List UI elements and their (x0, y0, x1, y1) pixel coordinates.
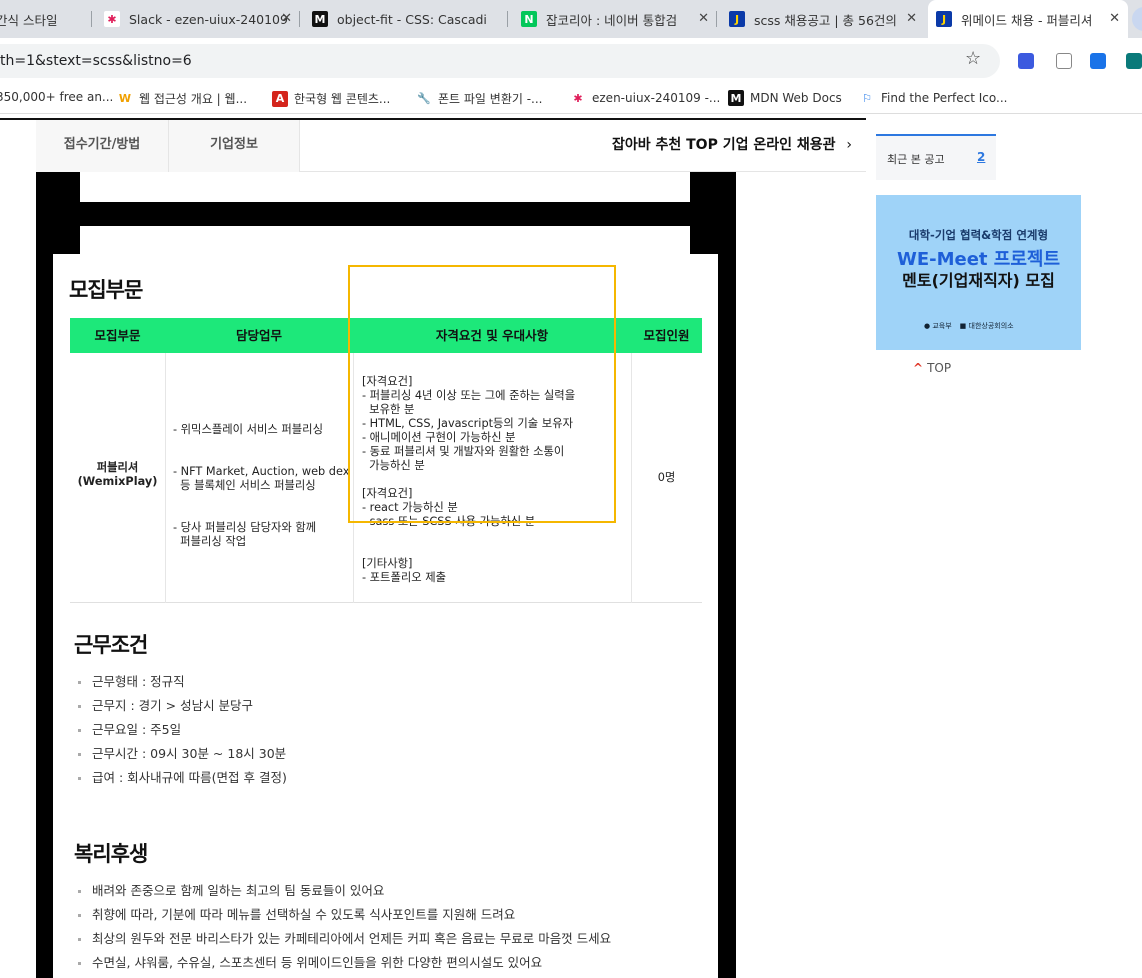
chevron-right-icon: › (846, 137, 852, 153)
jobkorea-icon: J (729, 11, 745, 27)
tab-company-info[interactable]: 기업정보 (169, 120, 300, 172)
kcci-logo-icon: ■ 대한상공회의소 (959, 322, 1014, 330)
scroll-top-button[interactable]: ^ TOP (913, 361, 951, 375)
bookmark-item[interactable]: ⚐ Find the Perfect Ico... (859, 90, 1007, 106)
list-item: 배려와 존중으로 함께 일하는 최고의 팀 동료들이 있어요 (78, 879, 611, 903)
tab-application-period[interactable]: 접수기간/방법 (36, 120, 169, 172)
list-item: 취향에 따라, 기분에 따라 메뉴를 선택하실 수 있도록 식사포인트를 지원해… (78, 903, 611, 927)
image-block (80, 226, 690, 254)
duties-text: - 위믹스플레이 서비스 퍼블리싱 - NFT Market, Auction,… (173, 423, 350, 548)
job-description: 모집부문 모집부문 담당업무 자격요건 및 우대사항 모집인원 퍼블리셔 (We… (53, 254, 718, 978)
extension-icon[interactable] (1090, 53, 1106, 69)
list-item: 근무시간 : 09시 30분 ~ 18시 30분 (78, 742, 287, 766)
address-bar-row: th=1&stext=scss&listno=6 ☆ (0, 38, 1142, 84)
browser-tab[interactable]: ✱ Slack - ezen-uiux-240109 ✕ (104, 0, 300, 38)
list-item: 근무지 : 경기 > 성남시 분당구 (78, 694, 287, 718)
browser-tab[interactable]: 간식 스타일 (0, 0, 92, 38)
recent-jobs-count[interactable]: 2 (977, 150, 985, 164)
section-title-work: 근무조건 (74, 633, 148, 657)
pdf-icon: A (272, 90, 288, 107)
position-name: 퍼블리셔 (WemixPlay) (77, 461, 158, 488)
moe-logo-icon: ● 교육부 (924, 322, 952, 330)
browser-tab[interactable]: M object-fit - CSS: Cascadi (312, 0, 508, 38)
highlight-box (348, 265, 616, 523)
browser-tab-active[interactable]: J 위메이드 채용 - 퍼블리셔 ✕ (928, 0, 1128, 38)
image-block (80, 172, 690, 202)
close-tab-icon[interactable]: ✕ (281, 11, 292, 26)
wrench-icon: 🔧 (417, 92, 431, 105)
bookmark-star-icon[interactable]: ☆ (965, 48, 981, 69)
browser-tab-strip: 간식 스타일 ✱ Slack - ezen-uiux-240109 ✕ M ob… (0, 0, 1142, 38)
browser-tab[interactable]: J scss 채용공고 | 총 56건의 ✕ (729, 0, 925, 38)
mdn-icon: M (728, 90, 744, 106)
browser-tab[interactable]: N 잡코리아 : 네이버 통합검 ✕ (521, 0, 717, 38)
job-detail-tabs: 접수기간/방법 기업정보 잡아바 추천 TOP 기업 온라인 채용관 › (36, 120, 866, 172)
recent-jobs-label: 최근 본 공고 (887, 153, 945, 166)
slack-icon: ✱ (573, 91, 583, 105)
extension-icon[interactable] (1056, 53, 1072, 69)
caret-up-icon: ^ (913, 361, 924, 375)
banner-subtitle: 대학-기업 협력&학점 연계형 (908, 228, 1049, 242)
list-item: 근무요일 : 주5일 (78, 718, 287, 742)
close-tab-icon[interactable]: ✕ (906, 11, 917, 26)
extension-icon[interactable] (1018, 53, 1034, 69)
list-item: 수면실, 샤워룸, 수유실, 스포츠센터 등 위메이드인들을 위한 다양한 편의… (78, 951, 611, 975)
list-item: 최상의 원두와 전문 바리스타가 있는 카페테리아에서 언제든 커피 혹은 음료… (78, 927, 611, 951)
bookmark-item[interactable]: W 웹 접근성 개요 | 웹... (117, 90, 247, 107)
jobkorea-icon: J (936, 11, 952, 27)
column-header: 담당업무 (235, 328, 282, 343)
flag-icon: ⚐ (862, 91, 872, 105)
mdn-icon: M (312, 11, 328, 27)
banner-logos: ● 교육부 ■ 대한상공회의소 (924, 321, 1014, 331)
naver-icon: N (521, 11, 537, 27)
bookmark-item[interactable]: 🔧 폰트 파일 변환기 -... (416, 90, 542, 107)
list-item: 근무형태 : 정규직 (78, 670, 287, 694)
close-tab-icon[interactable]: ✕ (698, 11, 709, 26)
bookmark-item[interactable]: A 한국형 웹 콘텐츠... (272, 90, 390, 107)
headcount: 0명 (657, 471, 676, 484)
bookmark-item[interactable]: M MDN Web Docs (728, 90, 842, 106)
section-title-welfare: 복리후생 (74, 842, 148, 866)
recent-jobs-box[interactable]: 최근 본 공고 2 (876, 134, 996, 180)
extension-icon[interactable] (1126, 53, 1142, 69)
bookmark-item[interactable]: 350,000+ free an... (0, 90, 113, 104)
welfare-list: 배려와 존중으로 함께 일하는 최고의 팀 동료들이 있어요 취향에 따라, 기… (78, 879, 611, 975)
page-content: 접수기간/방법 기업정보 잡아바 추천 TOP 기업 온라인 채용관 › 모집부… (0, 118, 1142, 978)
banner-caption: 멘토(기업재직자) 모집 (902, 271, 1055, 290)
column-header: 모집인원 (643, 328, 690, 343)
section-title-recruit: 모집부문 (69, 278, 143, 302)
close-tab-icon[interactable]: ✕ (1109, 11, 1120, 26)
column-header: 모집부문 (94, 328, 141, 343)
bookmarks-bar: 350,000+ free an... W 웹 접근성 개요 | 웹... A … (0, 84, 1142, 114)
work-conditions-list: 근무형태 : 정규직 근무지 : 경기 > 성남시 분당구 근무요일 : 주5일… (78, 670, 287, 790)
w-logo-icon: W (118, 92, 132, 105)
profile-avatar[interactable] (1132, 7, 1142, 31)
bookmark-item[interactable]: ✱ ezen-uiux-240109 -... (570, 90, 720, 106)
divider (165, 353, 166, 603)
list-item: 급여 : 회사내규에 따름(면접 후 결정) (78, 766, 287, 790)
address-bar[interactable]: th=1&stext=scss&listno=6 (0, 44, 1000, 78)
slack-icon: ✱ (104, 11, 120, 27)
promo-banner[interactable]: 대학-기업 협력&학점 연계형 WE-Meet 프로젝트 멘토(기업재직자) 모… (876, 195, 1081, 350)
promo-link[interactable]: 잡아바 추천 TOP 기업 온라인 채용관 › (612, 120, 852, 170)
